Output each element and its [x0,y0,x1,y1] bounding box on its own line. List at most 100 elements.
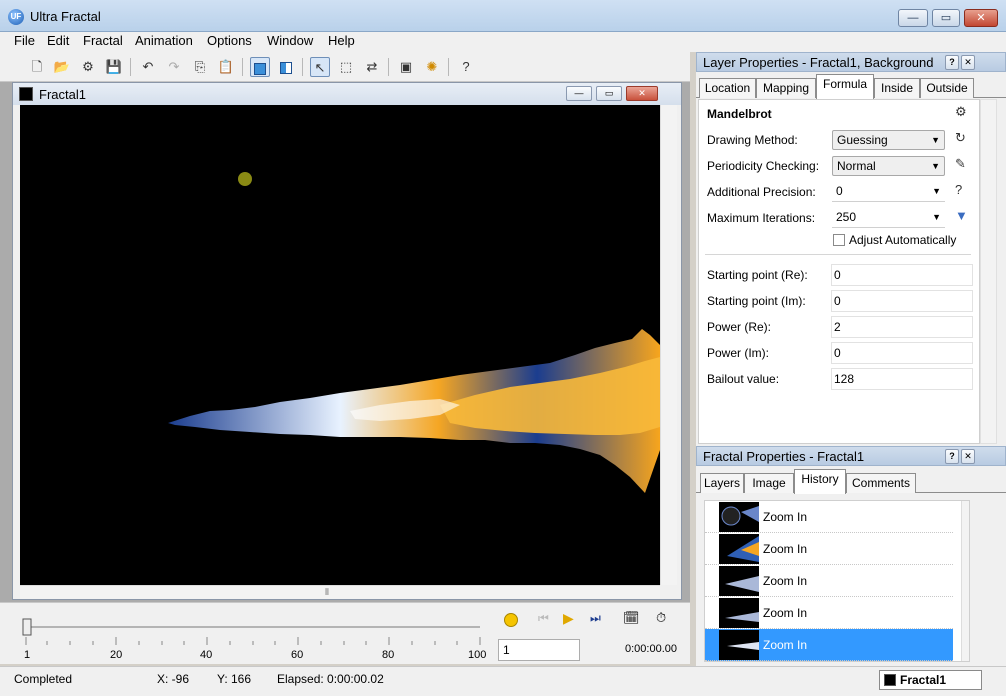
menu-file[interactable]: File [12,33,37,48]
close-button[interactable]: ✕ [964,9,998,27]
fractal-properties-header: Fractal Properties - Fractal1 ? ✕ [696,446,1006,466]
tab-outside[interactable]: Outside [920,78,974,98]
help-icon[interactable]: ? [456,57,476,77]
bailout-field[interactable]: 128 [831,368,973,390]
layer-properties-header: Layer Properties - Fractal1, Background … [696,52,1006,72]
undo-icon[interactable]: ↶ [138,57,158,77]
redo-icon[interactable]: ↷ [164,57,184,77]
tab-comments[interactable]: Comments [846,473,916,493]
app-titlebar: UF Ultra Fractal — ▭ ✕ [0,0,1006,32]
drawing-method-select[interactable]: Guessing ▼ [832,130,945,150]
menu-options[interactable]: Options [205,33,254,48]
zoom-box-icon[interactable]: ⬚ [336,57,356,77]
iterations-select[interactable]: 250 ▼ [832,208,945,228]
power-im-field[interactable]: 0 [831,342,973,364]
fractal-horizontal-scrollbar[interactable]: ⦀ [20,585,660,599]
timeline-tick: 60 [291,649,304,661]
properties-scrollbar[interactable] [980,99,997,444]
collapse-triangle-icon[interactable]: ▼ [955,208,968,223]
start-im-field[interactable]: 0 [831,290,973,312]
periodicity-label: Periodicity Checking: [707,159,820,173]
menu-animation[interactable]: Animation [133,33,195,48]
record-icon[interactable] [504,613,518,627]
fractal-maximize-button[interactable]: ▭ [596,86,622,101]
skip-forward-icon[interactable]: ⏭ [590,611,601,626]
section-divider [705,254,971,255]
timeline-ruler[interactable] [20,607,510,657]
history-item[interactable]: Zoom In [705,501,953,533]
menu-fractal[interactable]: Fractal [81,33,125,48]
minimize-button[interactable]: — [898,9,928,27]
start-re-field[interactable]: 0 [831,264,973,286]
history-item-selected[interactable]: Zoom In [705,629,953,661]
switch-icon[interactable]: ⇄ [362,57,382,77]
tab-image[interactable]: Image [744,473,794,493]
panel-close-button[interactable]: ✕ [961,449,975,464]
panel-help-button[interactable]: ? [945,55,959,70]
help-icon[interactable]: ? [955,182,962,197]
options-icon[interactable]: ✺ [422,57,442,77]
fractal-close-button[interactable]: ✕ [626,86,658,101]
skip-back-icon[interactable]: ⏮ [538,611,549,626]
fractal-window-title: Fractal1 [39,87,86,102]
precision-label: Additional Precision: [707,185,816,199]
panel-help-button[interactable]: ? [945,449,959,464]
fractal-doc-icon [884,674,896,686]
history-label: Zoom In [763,510,808,524]
tab-layers[interactable]: Layers [700,473,744,493]
history-item[interactable]: Zoom In [705,533,953,565]
timeline-settings-icon[interactable]: 🗓 [623,610,640,626]
adjust-auto-checkbox[interactable] [833,234,845,246]
history-item[interactable]: Zoom In [705,565,953,597]
select-icon[interactable]: ↖ [310,57,330,77]
menu-edit[interactable]: Edit [45,33,71,48]
edit-formula-icon[interactable]: ✎ [955,156,966,172]
history-scrollbar[interactable] [961,501,969,661]
fractal-canvas[interactable] [20,105,660,585]
refresh-icon[interactable]: ↻ [955,130,966,146]
new-icon[interactable]: 🗋 [27,57,47,77]
tab-formula[interactable]: Formula [816,74,874,99]
history-item[interactable]: Zoom In [705,597,953,629]
status-elapsed: Elapsed: 0:00:00.02 [277,672,384,686]
tab-location[interactable]: Location [699,78,756,98]
precision-select[interactable]: 0 ▼ [832,182,945,202]
menu-bar: File Edit Fractal Animation Options Wind… [0,32,1006,52]
chevron-down-icon: ▼ [931,161,940,171]
window-tab-label: Fractal1 [900,673,947,687]
history-label: Zoom In [763,606,808,620]
window-tab-fractal1[interactable]: Fractal1 [879,670,982,690]
render-icon[interactable]: ▣ [396,57,416,77]
save-icon[interactable]: 💾 [104,57,124,77]
panel-close-button[interactable]: ✕ [961,55,975,70]
main-toolbar: 🗋 📂 ⚙ 💾 ↶ ↷ ⎘ 📋 ↖ ⬚ ⇄ ▣ ✺ ? [0,52,690,82]
history-label: Zoom In [763,542,808,556]
timeline-tick: 100 [468,649,487,661]
tab-mapping[interactable]: Mapping [756,78,816,98]
menu-help[interactable]: Help [326,33,357,48]
fractal-minimize-button[interactable]: — [566,86,592,101]
formula-browse-icon[interactable]: ⚙ [955,104,967,120]
split-icon[interactable] [276,57,296,77]
status-y: Y: 166 [217,672,252,686]
fractal-vertical-scrollbar[interactable] [660,105,677,585]
periodicity-select[interactable]: Normal ▼ [832,156,945,176]
full-screen-icon[interactable] [250,57,270,77]
open-icon[interactable]: 📂 [52,57,72,77]
paste-icon[interactable]: 📋 [216,57,236,77]
power-re-field[interactable]: 2 [831,316,973,338]
timeline-tick: 80 [382,649,395,661]
tab-history[interactable]: History [794,469,846,494]
copy-icon[interactable]: ⎘ [190,57,210,77]
timeline-options-icon[interactable]: ⏱ [656,610,666,626]
toolbar-separator [388,58,389,76]
frame-input[interactable]: 1 [498,639,580,661]
maximize-button[interactable]: ▭ [932,9,960,27]
history-thumbnail [719,502,759,532]
browse-icon[interactable]: ⚙ [78,57,98,77]
tab-inside[interactable]: Inside [874,78,920,98]
play-icon[interactable]: ▶ [563,610,574,627]
properties-panel: Layer Properties - Fractal1, Background … [696,52,1006,666]
menu-window[interactable]: Window [265,33,315,48]
history-thumbnail [719,566,759,596]
